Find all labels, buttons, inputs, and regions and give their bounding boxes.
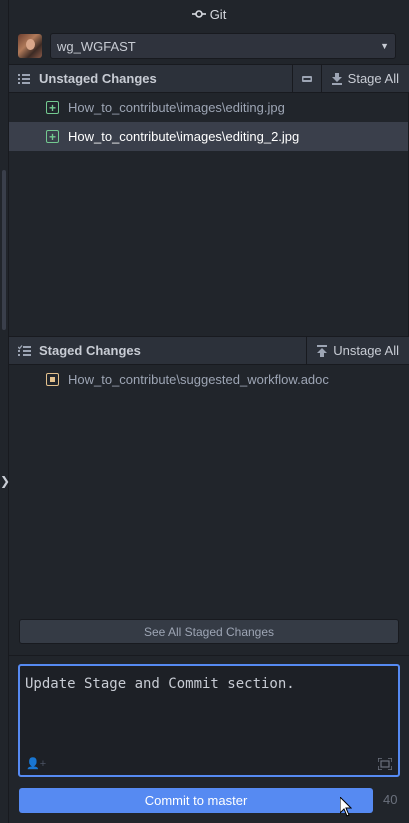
repo-select-value: wg_WGFAST — [57, 38, 136, 54]
chevron-down-icon: ▼ — [380, 41, 389, 51]
panel-title-label: Git — [209, 6, 227, 22]
collapse-chevron-icon[interactable]: ❯ — [0, 471, 10, 491]
arrow-up-from-line-icon — [317, 344, 328, 357]
file-path: How_to_contribute\suggested_workflow.ado… — [68, 372, 329, 387]
see-all-staged-button[interactable]: See All Staged Changes — [19, 619, 399, 644]
git-panel: Git wg_WGFAST ▼ Unstaged Changes Stage A… — [9, 0, 409, 823]
file-added-icon: + — [46, 130, 59, 143]
commit-message-editor[interactable]: Update Stage and Commit section. 👤+ — [18, 664, 400, 777]
mouse-pointer-icon — [340, 797, 352, 817]
expand-editor-icon[interactable] — [378, 758, 392, 770]
file-path: How_to_contribute\images\editing_2.jpg — [68, 129, 300, 144]
unstaged-header: Unstaged Changes Stage All — [9, 64, 409, 93]
divider — [9, 655, 409, 656]
add-co-author-icon[interactable]: 👤+ — [26, 757, 46, 770]
remaining-chars-counter: 40 — [383, 792, 398, 807]
staged-file-list: How_to_contribute\suggested_workflow.ado… — [9, 365, 409, 611]
repo-row: wg_WGFAST ▼ — [9, 28, 409, 64]
file-path: How_to_contribute\images\editing.jpg — [68, 100, 285, 115]
file-added-icon: + — [46, 101, 59, 114]
list-unordered-icon — [9, 73, 39, 84]
file-modified-icon — [46, 373, 59, 386]
commit-button-label: Commit to master — [144, 793, 248, 808]
arrow-down-to-line-icon — [331, 72, 342, 85]
avatar — [18, 34, 42, 58]
scrollbar-thumb[interactable] — [2, 170, 6, 330]
unstage-all-button[interactable]: Unstage All — [306, 337, 409, 364]
discard-all-button[interactable] — [291, 65, 321, 92]
panel-title: Git — [9, 0, 409, 28]
list-item[interactable]: + How_to_contribute\images\editing.jpg — [9, 93, 408, 122]
discard-icon — [301, 75, 312, 82]
commit-message-text: Update Stage and Commit section. — [25, 676, 295, 692]
left-gutter: ❯ — [0, 0, 10, 823]
list-item[interactable]: How_to_contribute\suggested_workflow.ado… — [9, 365, 409, 394]
checklist-icon — [9, 345, 39, 356]
unstaged-file-list: + How_to_contribute\images\editing.jpg +… — [9, 93, 409, 336]
unstaged-title: Unstaged Changes — [39, 71, 157, 86]
repo-select[interactable]: wg_WGFAST ▼ — [50, 33, 396, 59]
stage-all-label: Stage All — [347, 71, 399, 86]
staged-header: Staged Changes Unstage All — [9, 336, 409, 365]
git-commit-icon — [191, 10, 206, 18]
list-item[interactable]: + How_to_contribute\images\editing_2.jpg — [9, 122, 408, 151]
stage-all-button[interactable]: Stage All — [320, 65, 409, 92]
unstage-all-label: Unstage All — [333, 343, 399, 358]
commit-button[interactable]: Commit to master — [19, 788, 373, 813]
staged-title: Staged Changes — [39, 343, 141, 358]
see-all-label: See All Staged Changes — [143, 624, 275, 639]
